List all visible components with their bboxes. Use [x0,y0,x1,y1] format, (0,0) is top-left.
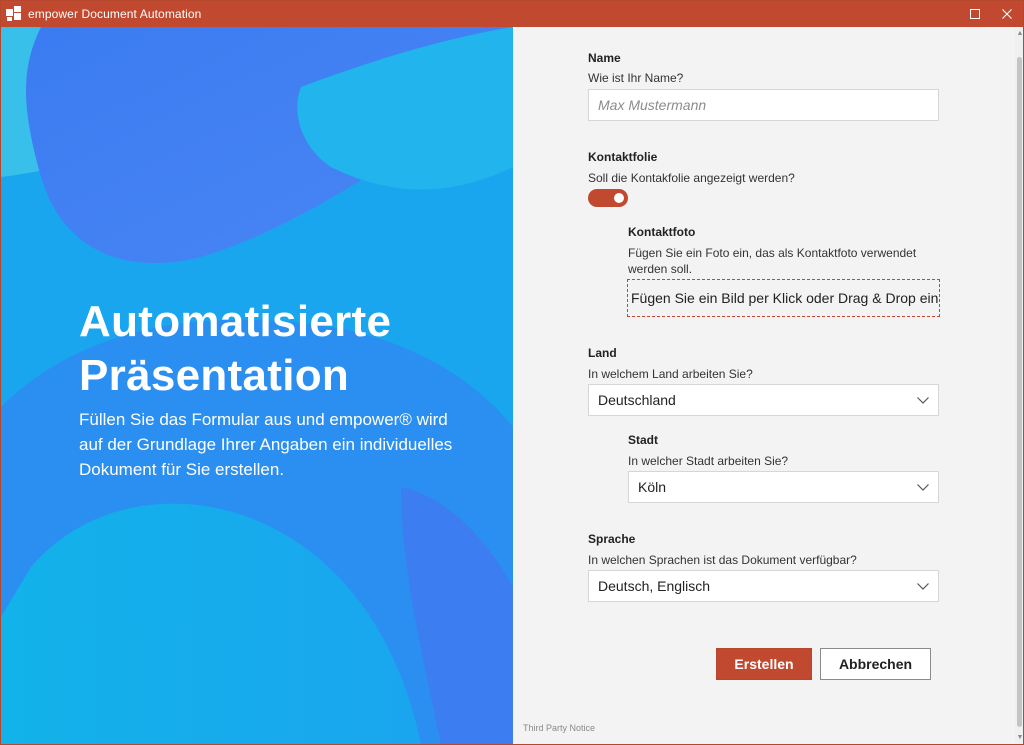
app-window: empower Document Automation Automatisier… [0,0,1024,745]
hero-text: Automatisierte Präsentation Füllen Sie d… [79,295,459,482]
name-input[interactable] [588,89,939,121]
maximize-button[interactable] [959,1,991,27]
language-field-title: Sprache [588,532,636,546]
hero-heading-line-2: Präsentation [79,351,350,400]
city-select[interactable]: Köln [628,471,939,503]
country-field-title: Land [588,346,617,360]
form-panel: Name Wie ist Ihr Name? Kontaktfolie Soll… [513,27,1015,744]
country-select-value: Deutschland [598,392,676,408]
language-select[interactable]: Deutsch, Englisch [588,570,939,602]
language-field-description: In welchen Sprachen ist das Dokument ver… [588,553,857,567]
third-party-notice-link[interactable]: Third Party Notice [523,723,595,733]
chevron-down-icon [917,397,929,404]
language-select-value: Deutsch, Englisch [598,578,711,594]
country-field-description: In welchem Land arbeiten Sie? [588,367,753,381]
hero-heading: Automatisierte Präsentation [79,295,459,403]
dropzone-label: Fügen Sie ein Bild per Klick oder Drag &… [631,290,939,306]
window-controls [959,1,1023,27]
photo-dropzone[interactable]: Fügen Sie ein Bild per Klick oder Drag &… [627,279,940,317]
contact-photo-description: Fügen Sie ein Foto ein, das als Kontaktf… [628,246,917,276]
toggle-knob [614,193,624,203]
title-bar[interactable]: empower Document Automation [1,1,1023,27]
contact-slide-toggle[interactable] [588,189,628,207]
hero-panel: Automatisierte Präsentation Füllen Sie d… [1,27,513,744]
contact-slide-description: Soll die Kontakfolie angezeigt werden? [588,171,795,185]
close-button[interactable] [991,1,1023,27]
chevron-down-icon [917,583,929,590]
close-icon [1002,9,1012,19]
create-button[interactable]: Erstellen [716,648,812,680]
window-title: empower Document Automation [28,7,202,21]
contact-photo-title: Kontaktfoto [628,225,696,239]
vertical-scrollbar[interactable]: ▲ ▼ [1015,27,1023,744]
name-field-title: Name [588,51,621,65]
hero-heading-line-1: Automatisierte [79,297,392,346]
scroll-down-arrow-icon[interactable]: ▼ [1016,733,1023,743]
contact-slide-title: Kontaktfolie [588,150,658,164]
scroll-up-arrow-icon[interactable]: ▲ [1016,29,1023,39]
chevron-down-icon [917,484,929,491]
country-select[interactable]: Deutschland [588,384,939,416]
app-logo-icon [6,6,22,22]
city-select-value: Köln [638,479,667,495]
hero-description: Füllen Sie das Formular aus und empower®… [79,410,453,479]
maximize-icon [970,9,980,19]
cancel-button[interactable]: Abbrechen [820,648,931,680]
city-field-title: Stadt [628,433,658,447]
scrollbar-thumb[interactable] [1017,57,1022,727]
city-field-description: In welcher Stadt arbeiten Sie? [628,454,789,468]
name-field-description: Wie ist Ihr Name? [588,71,684,85]
